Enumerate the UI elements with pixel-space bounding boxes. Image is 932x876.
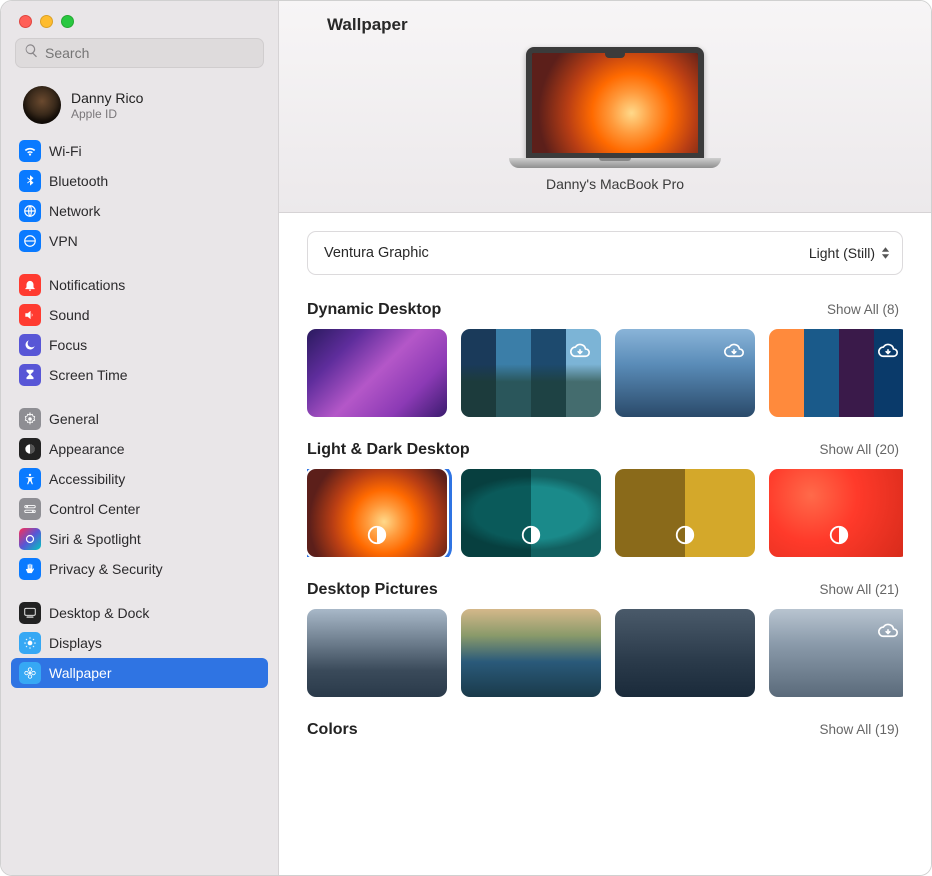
main-content: Wallpaper Danny's MacBook Pro Ventura Gr…: [279, 1, 931, 875]
sidebar-item-wifi[interactable]: Wi-Fi: [11, 136, 268, 166]
dock-icon: [19, 602, 41, 624]
wifi-icon: [19, 140, 41, 162]
user-name: Danny Rico: [71, 90, 143, 106]
wallpaper-thumb[interactable]: [307, 469, 447, 557]
sidebar-item-accessibility[interactable]: Accessibility: [11, 464, 268, 494]
wallpaper-thumb[interactable]: [307, 329, 447, 417]
category-desktop-pictures: Desktop Pictures Show All (21): [307, 581, 903, 697]
current-wallpaper-name: Ventura Graphic: [324, 245, 429, 261]
minimize-window-button[interactable]: [40, 15, 53, 28]
show-all-button[interactable]: Show All (20): [819, 442, 899, 457]
sidebar-item-privacy[interactable]: Privacy & Security: [11, 554, 268, 584]
sidebar-item-screentime[interactable]: Screen Time: [11, 360, 268, 390]
fullscreen-window-button[interactable]: [61, 15, 74, 28]
updown-icon: [881, 247, 890, 259]
wallpaper-thumb[interactable]: [769, 469, 903, 557]
light-dark-icon: [828, 524, 850, 551]
sidebar-item-bluetooth[interactable]: Bluetooth: [11, 166, 268, 196]
moon-icon: [19, 334, 41, 356]
wallpaper-thumb[interactable]: [769, 609, 903, 697]
wallpaper-thumb[interactable]: [461, 469, 601, 557]
sidebar-item-desktop-dock[interactable]: Desktop & Dock: [11, 598, 268, 628]
category-title: Colors: [307, 721, 358, 739]
light-dark-icon: [366, 524, 388, 551]
globe-icon: [19, 200, 41, 222]
wallpaper-thumb[interactable]: [769, 329, 903, 417]
download-icon: [877, 617, 899, 644]
switches-icon: [19, 498, 41, 520]
brightness-icon: [19, 632, 41, 654]
sidebar-item-wallpaper[interactable]: Wallpaper: [11, 658, 268, 688]
sidebar-item-notifications[interactable]: Notifications: [11, 270, 268, 300]
sidebar-item-controlcenter[interactable]: Control Center: [11, 494, 268, 524]
download-icon: [723, 337, 745, 364]
category-title: Dynamic Desktop: [307, 301, 441, 319]
avatar: [23, 86, 61, 124]
bluetooth-icon: [19, 170, 41, 192]
light-dark-icon: [674, 524, 696, 551]
show-all-button[interactable]: Show All (8): [827, 302, 899, 317]
window-controls: [1, 1, 278, 38]
gear-icon: [19, 408, 41, 430]
appearance-icon: [19, 438, 41, 460]
wallpaper-thumb[interactable]: [615, 329, 755, 417]
vpn-icon: [19, 230, 41, 252]
hourglass-icon: [19, 364, 41, 386]
sidebar-item-network[interactable]: Network: [11, 196, 268, 226]
bell-icon: [19, 274, 41, 296]
search-input[interactable]: [45, 45, 255, 61]
page-title: Wallpaper: [327, 15, 903, 35]
category-title: Light & Dark Desktop: [307, 441, 470, 459]
download-icon: [877, 337, 899, 364]
wallpaper-thumb[interactable]: [615, 609, 755, 697]
category-light-dark: Light & Dark Desktop Show All (20): [307, 441, 903, 557]
close-window-button[interactable]: [19, 15, 32, 28]
search-icon: [24, 43, 39, 63]
sidebar-list: Wi-Fi Bluetooth Network VPN Notification…: [1, 134, 278, 875]
sidebar-item-sound[interactable]: Sound: [11, 300, 268, 330]
wallpaper-thumb[interactable]: [615, 469, 755, 557]
download-icon: [569, 337, 591, 364]
wallpaper-preview: Danny's MacBook Pro: [327, 47, 903, 212]
category-title: Desktop Pictures: [307, 581, 438, 599]
sidebar-item-focus[interactable]: Focus: [11, 330, 268, 360]
speaker-icon: [19, 304, 41, 326]
accessibility-icon: [19, 468, 41, 490]
light-dark-icon: [520, 524, 542, 551]
wallpaper-thumb[interactable]: [461, 329, 601, 417]
user-sub: Apple ID: [71, 107, 143, 121]
category-colors: Colors Show All (19): [307, 721, 903, 739]
wallpaper-mode-value: Light (Still): [809, 245, 875, 261]
show-all-button[interactable]: Show All (19): [819, 722, 899, 737]
sidebar-item-appleid[interactable]: Danny Rico Apple ID: [1, 78, 278, 134]
hand-icon: [19, 558, 41, 580]
show-all-button[interactable]: Show All (21): [819, 582, 899, 597]
device-name: Danny's MacBook Pro: [546, 176, 684, 192]
sidebar: Danny Rico Apple ID Wi-Fi Bluetooth Netw…: [1, 1, 279, 875]
sidebar-item-siri[interactable]: Siri & Spotlight: [11, 524, 268, 554]
sidebar-item-vpn[interactable]: VPN: [11, 226, 268, 256]
wallpaper-thumb[interactable]: [461, 609, 601, 697]
sidebar-item-general[interactable]: General: [11, 404, 268, 434]
header: Wallpaper Danny's MacBook Pro: [279, 1, 931, 213]
device-preview: [509, 47, 721, 168]
wallpaper-thumb[interactable]: [307, 609, 447, 697]
wallpaper-mode-select[interactable]: Light (Still): [807, 243, 892, 263]
sidebar-item-appearance[interactable]: Appearance: [11, 434, 268, 464]
flower-icon: [19, 662, 41, 684]
current-wallpaper-bar: Ventura Graphic Light (Still): [307, 231, 903, 275]
search-field[interactable]: [15, 38, 264, 68]
siri-icon: [19, 528, 41, 550]
sidebar-item-displays[interactable]: Displays: [11, 628, 268, 658]
category-dynamic-desktop: Dynamic Desktop Show All (8): [307, 301, 903, 417]
